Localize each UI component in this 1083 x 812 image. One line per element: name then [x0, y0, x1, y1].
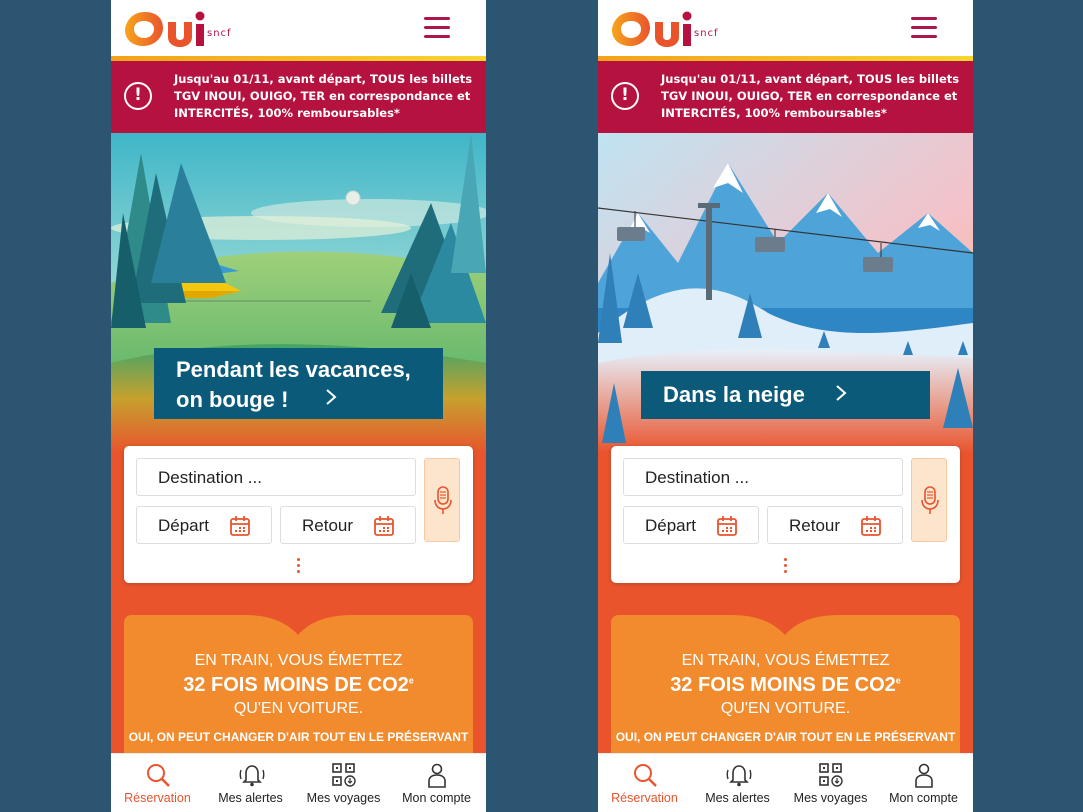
user-icon	[915, 763, 933, 788]
voice-search-button[interactable]	[424, 458, 460, 542]
alert-icon: !	[611, 82, 639, 110]
microphone-icon	[921, 486, 939, 514]
promo-banner-text: Dans la neige	[663, 382, 805, 407]
tab-voyages[interactable]: Mes voyages	[297, 754, 390, 812]
hero-illustration-train: Pendant les vacances, on bouge !	[111, 133, 486, 453]
tab-compte[interactable]: Mon compte	[390, 754, 483, 812]
hero-illustration-ski: Dans la neige	[598, 133, 973, 453]
tab-alertes[interactable]: Mes alertes	[691, 754, 784, 812]
more-options-icon[interactable]	[779, 558, 791, 576]
bottom-tab-bar: Réservation Mes alertes Mes voyages Mon …	[598, 753, 973, 812]
depart-date-field[interactable]: Départ	[136, 506, 272, 544]
tab-reservation[interactable]: Réservation	[111, 754, 204, 812]
user-icon	[428, 763, 446, 788]
search-form: Destination ... Départ Retour	[124, 446, 473, 583]
tab-compte[interactable]: Mon compte	[877, 754, 970, 812]
search-icon	[147, 764, 170, 787]
retour-label: Retour	[789, 516, 841, 535]
tab-label: Mes voyages	[793, 791, 868, 805]
retour-date-field[interactable]: Retour	[280, 506, 416, 544]
calendar-icon	[717, 516, 737, 536]
depart-label: Départ	[158, 516, 210, 535]
bottom-tab-bar: Réservation Mes alertes Mes voyages Mon …	[111, 753, 486, 812]
alert-icon: !	[124, 82, 152, 110]
co2-info-card: EN TRAIN, VOUS ÉMETTEZ 32 FOIS MOINS DE …	[124, 615, 473, 765]
alert-text: Jusqu'au 01/11, avant départ, TOUS les b…	[174, 72, 473, 120]
logo-sncf-text: sncf	[694, 28, 719, 39]
chevron-right-icon	[836, 385, 847, 401]
depart-date-field[interactable]: Départ	[623, 506, 759, 544]
depart-label: Départ	[645, 516, 697, 535]
destination-input[interactable]: Destination ...	[136, 458, 416, 496]
qr-ticket-icon	[819, 763, 843, 787]
alert-banner[interactable]: ! Jusqu'au 01/11, avant départ, TOUS les…	[111, 61, 486, 133]
tab-voyages[interactable]: Mes voyages	[784, 754, 877, 812]
menu-icon[interactable]	[911, 17, 937, 39]
co2-line-1: EN TRAIN, VOUS ÉMETTEZ	[681, 652, 890, 669]
tab-label: Mes voyages	[306, 791, 381, 805]
calendar-icon	[374, 516, 394, 536]
co2-line-3: QU'EN VOITURE.	[720, 700, 851, 717]
retour-date-field[interactable]: Retour	[767, 506, 903, 544]
co2-line-1: EN TRAIN, VOUS ÉMETTEZ	[194, 652, 403, 669]
bell-icon	[239, 765, 265, 787]
calendar-icon	[230, 516, 250, 536]
top-bar: sncf	[598, 0, 973, 56]
promo-banner-text: Pendant les vacances, on bouge !	[176, 357, 411, 412]
menu-icon[interactable]	[424, 17, 450, 39]
tab-label: Mon compte	[402, 791, 471, 805]
co2-line-4: OUI, ON PEUT CHANGER D'AIR TOUT EN LE PR…	[128, 730, 469, 744]
tab-label: Mon compte	[889, 791, 958, 805]
microphone-icon	[434, 486, 452, 514]
tab-label: Réservation	[124, 791, 191, 805]
co2-line-4: OUI, ON PEUT CHANGER D'AIR TOUT EN LE PR…	[615, 730, 956, 744]
phone-screen-vacances: sncf ! Jusqu'au 01/11, avant départ, TOU…	[111, 0, 486, 812]
logo-sncf-text: sncf	[207, 28, 232, 39]
retour-label: Retour	[302, 516, 354, 535]
alert-banner[interactable]: ! Jusqu'au 01/11, avant départ, TOUS les…	[598, 61, 973, 133]
chevron-right-icon	[326, 389, 337, 405]
top-bar: sncf	[111, 0, 486, 56]
search-form: Destination ... Départ Retour	[611, 446, 960, 583]
phone-screen-neige: sncf ! Jusqu'au 01/11, avant départ, TOU…	[598, 0, 973, 812]
co2-line-2: 32 FOIS MOINS DE CO2e	[183, 674, 414, 696]
qr-ticket-icon	[332, 763, 356, 787]
tab-label: Mes alertes	[705, 791, 770, 805]
co2-info-card: EN TRAIN, VOUS ÉMETTEZ 32 FOIS MOINS DE …	[611, 615, 960, 765]
voice-search-button[interactable]	[911, 458, 947, 542]
tab-label: Réservation	[611, 791, 678, 805]
tab-label: Mes alertes	[218, 791, 283, 805]
more-options-icon[interactable]	[292, 558, 304, 576]
alert-text: Jusqu'au 01/11, avant départ, TOUS les b…	[661, 72, 960, 120]
co2-line-3: QU'EN VOITURE.	[233, 700, 364, 717]
bell-icon	[726, 765, 752, 787]
tab-alertes[interactable]: Mes alertes	[204, 754, 297, 812]
tab-reservation[interactable]: Réservation	[598, 754, 691, 812]
promo-banner-vacances[interactable]: Pendant les vacances, on bouge !	[154, 348, 443, 419]
destination-input[interactable]: Destination ...	[623, 458, 903, 496]
co2-line-2: 32 FOIS MOINS DE CO2e	[670, 674, 901, 696]
search-icon	[634, 764, 657, 787]
promo-banner-neige[interactable]: Dans la neige	[641, 371, 930, 419]
calendar-icon	[861, 516, 881, 536]
